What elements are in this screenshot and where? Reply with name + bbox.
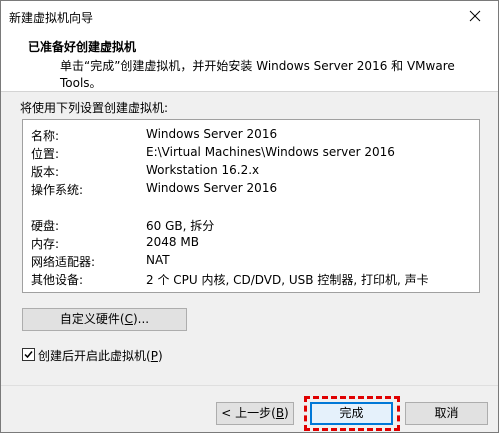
summary-value: 60 GB, 拆分 bbox=[146, 219, 215, 233]
customize-hardware-label: 自定义硬件( bbox=[59, 312, 125, 326]
checkmark-icon bbox=[24, 351, 33, 359]
title-bar: 新建虚拟机向导 bbox=[1, 1, 498, 31]
footer-divider bbox=[1, 385, 498, 386]
new-vm-wizard-window: 新建虚拟机向导 已准备好创建虚拟机 单击“完成”创建虚拟机，并开始安装 Wind… bbox=[0, 0, 499, 433]
header-description: 单击“完成”创建虚拟机，并开始安装 Windows Server 2016 和 … bbox=[60, 59, 455, 90]
power-on-checkbox[interactable] bbox=[22, 348, 35, 361]
close-icon bbox=[469, 10, 481, 22]
wizard-header: 已准备好创建虚拟机 单击“完成”创建虚拟机，并开始安装 Windows Serv… bbox=[1, 31, 498, 92]
summary-value: E:\Virtual Machines\Windows server 2016 bbox=[146, 145, 395, 159]
summary-key: 硬盘: bbox=[31, 219, 60, 233]
customize-hardware-button[interactable]: 自定义硬件(C)... bbox=[22, 308, 187, 331]
summary-box: 名称: Windows Server 2016 位置: E:\Virtual M… bbox=[22, 119, 480, 293]
power-on-label-suffix: ) bbox=[157, 349, 163, 363]
customize-hardware-accesskey: C bbox=[124, 312, 133, 326]
header-title: 已准备好创建虚拟机 bbox=[28, 40, 137, 54]
summary-label: 将使用下列设置创建虚拟机: bbox=[20, 101, 169, 115]
summary-value: Windows Server 2016 bbox=[146, 181, 278, 195]
summary-key: 操作系统: bbox=[31, 183, 84, 197]
close-button[interactable] bbox=[452, 1, 498, 31]
back-suffix: ) bbox=[284, 406, 289, 420]
cancel-button[interactable]: 取消 bbox=[405, 402, 488, 425]
summary-key: 版本: bbox=[31, 165, 60, 179]
customize-hardware-suffix: )... bbox=[132, 312, 150, 326]
power-on-accesskey: P bbox=[150, 349, 158, 363]
summary-key: 位置: bbox=[31, 147, 60, 161]
window-title: 新建虚拟机向导 bbox=[9, 11, 94, 25]
summary-key: 网络适配器: bbox=[31, 255, 96, 269]
summary-value: Workstation 16.2.x bbox=[146, 163, 260, 177]
back-button[interactable]: < 上一步(B) bbox=[216, 402, 294, 425]
summary-value: NAT bbox=[146, 253, 170, 267]
back-accesskey: B bbox=[275, 406, 285, 420]
summary-key: 名称: bbox=[31, 129, 60, 143]
summary-value: Windows Server 2016 bbox=[146, 127, 278, 141]
summary-key: 内存: bbox=[31, 237, 60, 251]
power-on-checkbox-label: 创建后开启此虚拟机(P) bbox=[38, 347, 163, 364]
summary-value: 2 个 CPU 内核, CD/DVD, USB 控制器, 打印机, 声卡 bbox=[146, 273, 429, 287]
finish-button[interactable]: 完成 bbox=[310, 402, 393, 425]
summary-key: 其他设备: bbox=[31, 273, 84, 287]
power-on-label-text: 创建后开启此虚拟机( bbox=[38, 349, 151, 363]
summary-value: 2048 MB bbox=[146, 235, 199, 249]
back-label: < 上一步( bbox=[221, 406, 276, 420]
